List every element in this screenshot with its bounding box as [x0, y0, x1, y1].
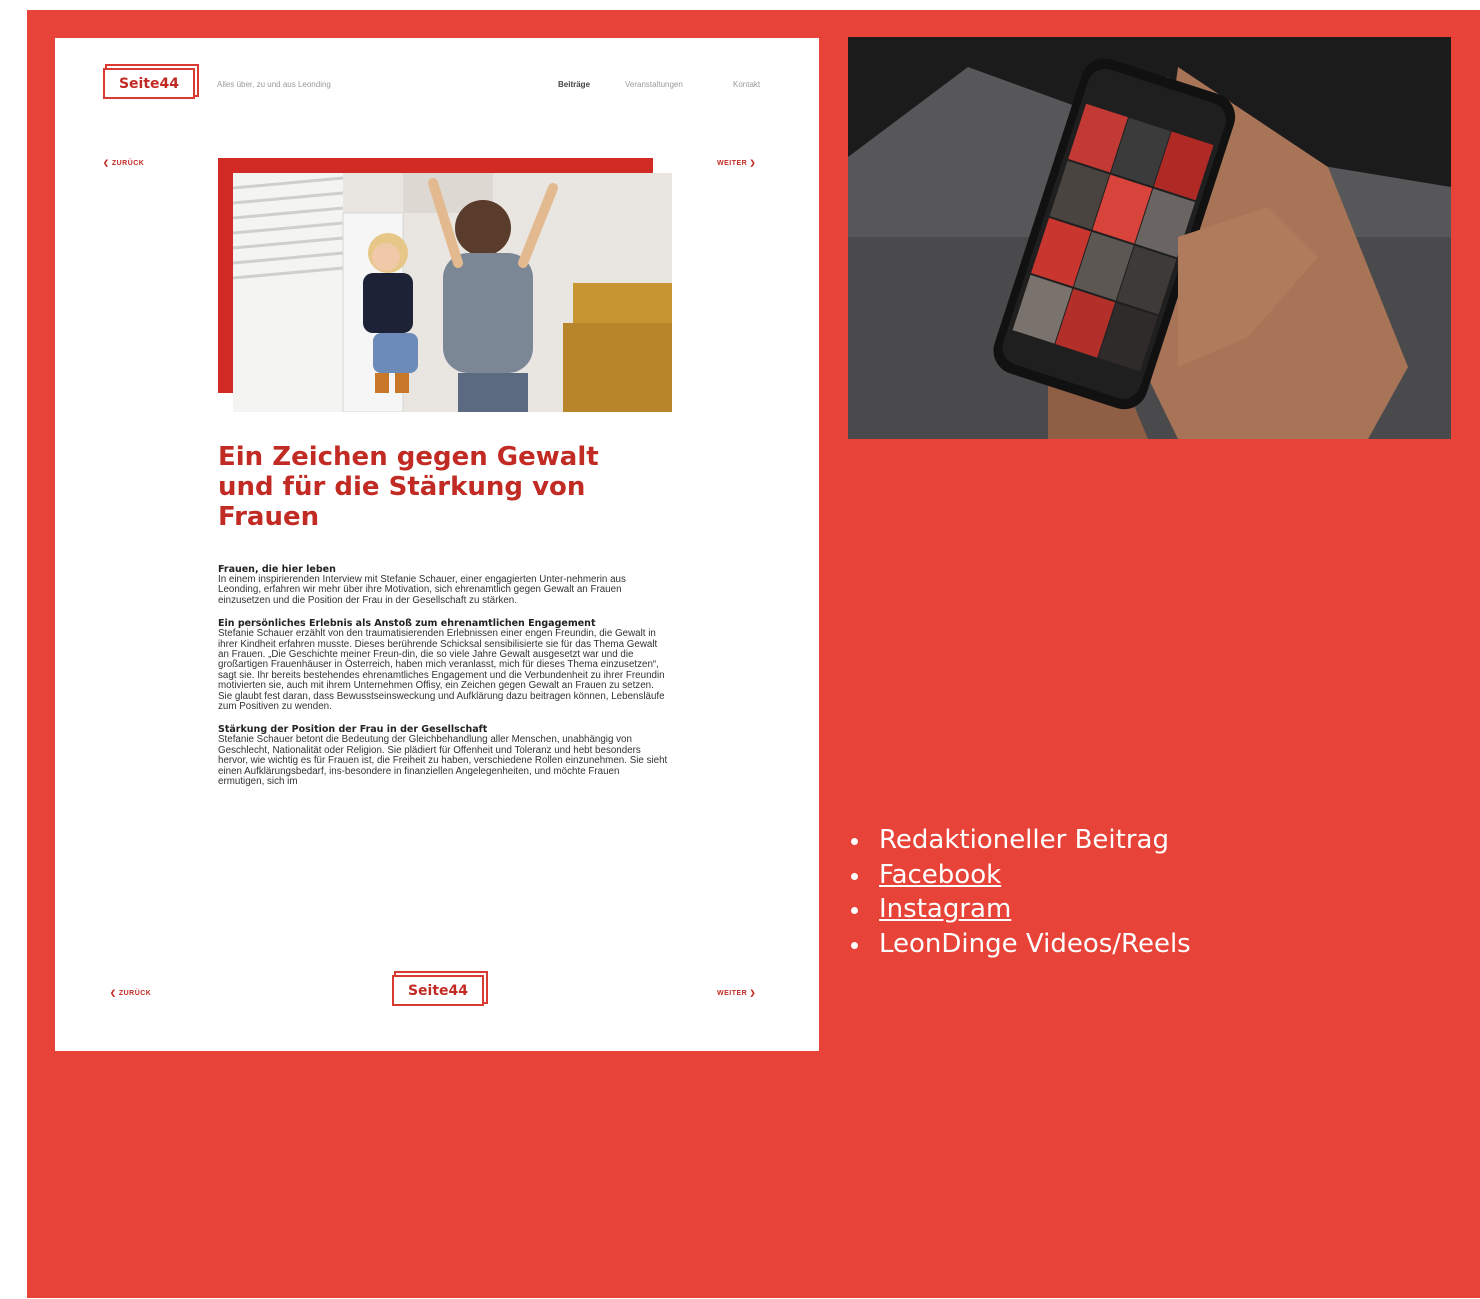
article-section: Ein persönliches Erlebnis als Anstoß zum…	[218, 618, 668, 712]
next-label: WEITER	[717, 160, 748, 167]
site-logo[interactable]: Seite44	[103, 68, 195, 99]
facebook-link[interactable]: Facebook	[879, 860, 1001, 890]
article-section: Stärkung der Position der Frau in der Ge…	[218, 724, 668, 787]
nav-item-kontakt[interactable]: Kontakt	[733, 80, 760, 89]
chevron-right-icon: ❯	[747, 990, 757, 997]
article-body: Frauen, die hier leben In einem inspirie…	[218, 564, 668, 800]
chevron-left-icon: ❮	[110, 990, 119, 997]
footer-logo[interactable]: Seite44	[392, 975, 484, 1006]
list-item-instagram: Instagram	[851, 892, 1191, 927]
article-headline: Ein Zeichen gegen Gewalt und für die Stä…	[218, 442, 599, 532]
website-mockup: Seite44 Alles über, zu und aus Leonding …	[55, 38, 819, 1051]
back-link-bottom[interactable]: ❮ ZURÜCK	[110, 989, 151, 997]
list-item-redaktioneller-beitrag: Redaktioneller Beitrag	[851, 823, 1191, 858]
section-text: Stefanie Schauer erzählt von den traumat…	[218, 628, 665, 713]
next-label: WEITER	[717, 990, 748, 997]
nav-item-beitraege[interactable]: Beiträge	[558, 80, 590, 89]
back-label: ZURÜCK	[118, 990, 152, 997]
section-text: Stefanie Schauer betont die Bedeutung de…	[218, 734, 668, 788]
article-photo	[233, 173, 672, 412]
site-tagline: Alles über, zu und aus Leonding	[217, 80, 331, 89]
list-item-label: Redaktioneller Beitrag	[879, 825, 1169, 855]
back-link-top[interactable]: ❮ ZURÜCK	[103, 159, 144, 167]
list-item-label: LeonDinge Videos/Reels	[879, 928, 1191, 959]
next-link-bottom[interactable]: WEITER ❯	[717, 989, 756, 997]
chevron-left-icon: ❮	[103, 160, 112, 167]
feature-list: Redaktioneller Beitrag Facebook Instagra…	[851, 823, 1191, 962]
list-item-leondinge-videos: LeonDinge Videos/Reels	[851, 927, 1191, 962]
instagram-link[interactable]: Instagram	[879, 894, 1011, 924]
article-section: Frauen, die hier leben In einem inspirie…	[218, 564, 668, 606]
phone-in-hand-photo	[848, 37, 1451, 439]
chevron-right-icon: ❯	[747, 160, 757, 167]
section-text: In einem inspirierenden Interview mit St…	[218, 574, 626, 606]
next-link-top[interactable]: WEITER ❯	[717, 159, 756, 167]
list-item-facebook: Facebook	[851, 858, 1191, 893]
nav-item-veranstaltungen[interactable]: Veranstaltungen	[625, 80, 683, 89]
back-label: ZURÜCK	[111, 160, 145, 167]
